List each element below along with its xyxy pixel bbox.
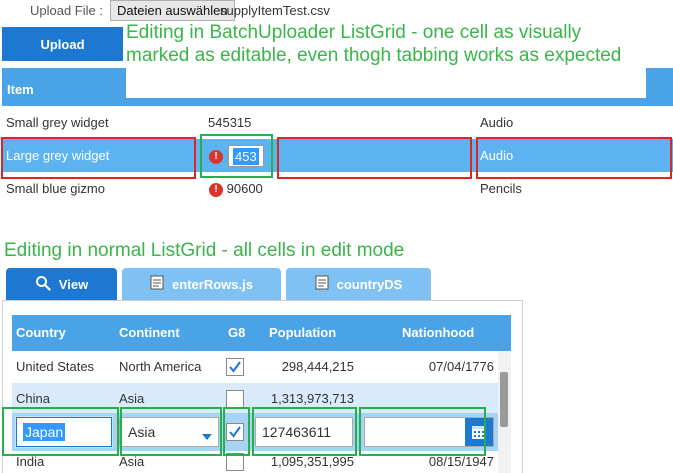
annotation-batch-grid: Editing in BatchUploader ListGrid - one …	[126, 22, 622, 66]
choose-file-button[interactable]: Dateien auswählen	[110, 0, 235, 21]
annotation-normal-grid: Editing in normal ListGrid - all cells i…	[4, 240, 405, 261]
upload-file-label: Upload File :	[30, 3, 103, 18]
country-edit-text: Japan	[23, 423, 66, 441]
cell-population[interactable]: 1,313,973,713	[262, 383, 354, 415]
header-item[interactable]: Item	[7, 82, 34, 97]
continent-select[interactable]: Asia	[119, 417, 219, 447]
country-grid-header: Country Continent G8 Population Nationho…	[12, 315, 511, 351]
country-row[interactable]: United States North America 298,444,215 …	[12, 351, 498, 383]
country-row[interactable]: India Asia 1,095,351,995 08/15/1947	[12, 451, 498, 473]
cell-nationhood[interactable]: 07/04/1776	[392, 351, 494, 383]
value-edit-text: 453	[233, 148, 259, 165]
cell-value[interactable]: 90600	[227, 181, 263, 196]
population-edit-text: 127463611	[262, 424, 332, 440]
nationhood-date-field[interactable]	[364, 417, 494, 447]
cell-population[interactable]: 298,444,215	[262, 351, 354, 383]
header-country[interactable]: Country	[16, 315, 66, 351]
cell-country[interactable]: China	[16, 383, 50, 415]
header-g8[interactable]: G8	[228, 315, 245, 351]
tab-country-ds[interactable]: countryDS	[286, 268, 431, 300]
tab-view[interactable]: View	[6, 268, 117, 300]
upload-button[interactable]: Upload	[2, 27, 123, 61]
checkmark-icon	[229, 426, 241, 438]
tab-enter-rows[interactable]: enterRows.js	[122, 268, 281, 300]
cell-item[interactable]: Small grey widget	[6, 106, 109, 139]
scrollbar-thumb[interactable]	[500, 372, 508, 427]
cell-category[interactable]: Audio	[480, 106, 513, 139]
tab-label: enterRows.js	[172, 276, 253, 292]
cell-category[interactable]: Pencils	[480, 172, 522, 205]
batch-row-selected[interactable]: Large grey widget ! 453 Audio	[2, 139, 673, 172]
batch-row[interactable]: Small grey widget 545315 Audio	[2, 106, 673, 139]
tab-label: countryDS	[336, 276, 403, 292]
cell-population[interactable]: 1,095,351,995	[262, 451, 354, 473]
country-row[interactable]: China Asia 1,313,973,713	[12, 383, 498, 415]
search-icon	[35, 275, 51, 294]
continent-select-value: Asia	[128, 424, 156, 440]
header-nationhood[interactable]: Nationhood	[402, 315, 474, 351]
chevron-down-icon	[202, 428, 212, 444]
document-icon	[315, 275, 329, 293]
country-row-editing[interactable]: Japan Asia 127463611	[12, 413, 498, 451]
value-edit-field[interactable]: 453	[228, 145, 264, 167]
document-icon	[150, 275, 164, 293]
annotation-backdrop	[126, 68, 646, 98]
g8-checkbox[interactable]	[226, 453, 244, 471]
calendar-icon[interactable]	[465, 418, 493, 446]
cell-continent[interactable]: North America	[119, 351, 201, 383]
g8-checkbox[interactable]	[226, 423, 244, 441]
header-continent[interactable]: Continent	[119, 315, 180, 351]
country-edit-field[interactable]: Japan	[16, 417, 112, 447]
cell-country[interactable]: India	[16, 451, 44, 473]
population-edit-field[interactable]: 127463611	[255, 417, 353, 447]
cell-country[interactable]: United States	[16, 351, 94, 383]
error-icon: !	[209, 149, 223, 164]
cell-item[interactable]: Small blue gizmo	[6, 172, 105, 205]
cell-continent[interactable]: Asia	[119, 451, 144, 473]
cell-item[interactable]: Large grey widget	[6, 139, 109, 172]
error-icon: !	[209, 182, 223, 197]
checkmark-icon	[229, 361, 241, 373]
g8-checkbox[interactable]	[226, 390, 244, 408]
cell-nationhood[interactable]	[392, 383, 494, 415]
cell-continent[interactable]: Asia	[119, 383, 144, 415]
cell-category[interactable]: Audio	[480, 139, 513, 172]
error-cell: ! 90600	[209, 172, 263, 205]
g8-checkbox[interactable]	[226, 358, 244, 376]
tab-label: View	[58, 276, 89, 292]
header-population[interactable]: Population	[269, 315, 336, 351]
batch-row[interactable]: Small blue gizmo ! 90600 Pencils	[2, 172, 673, 205]
cell-nationhood[interactable]: 08/15/1947	[392, 451, 494, 473]
error-cell: !	[209, 139, 223, 172]
cell-value[interactable]: 545315	[208, 106, 251, 139]
selected-file-name: supplyItemTest.csv	[220, 3, 330, 18]
